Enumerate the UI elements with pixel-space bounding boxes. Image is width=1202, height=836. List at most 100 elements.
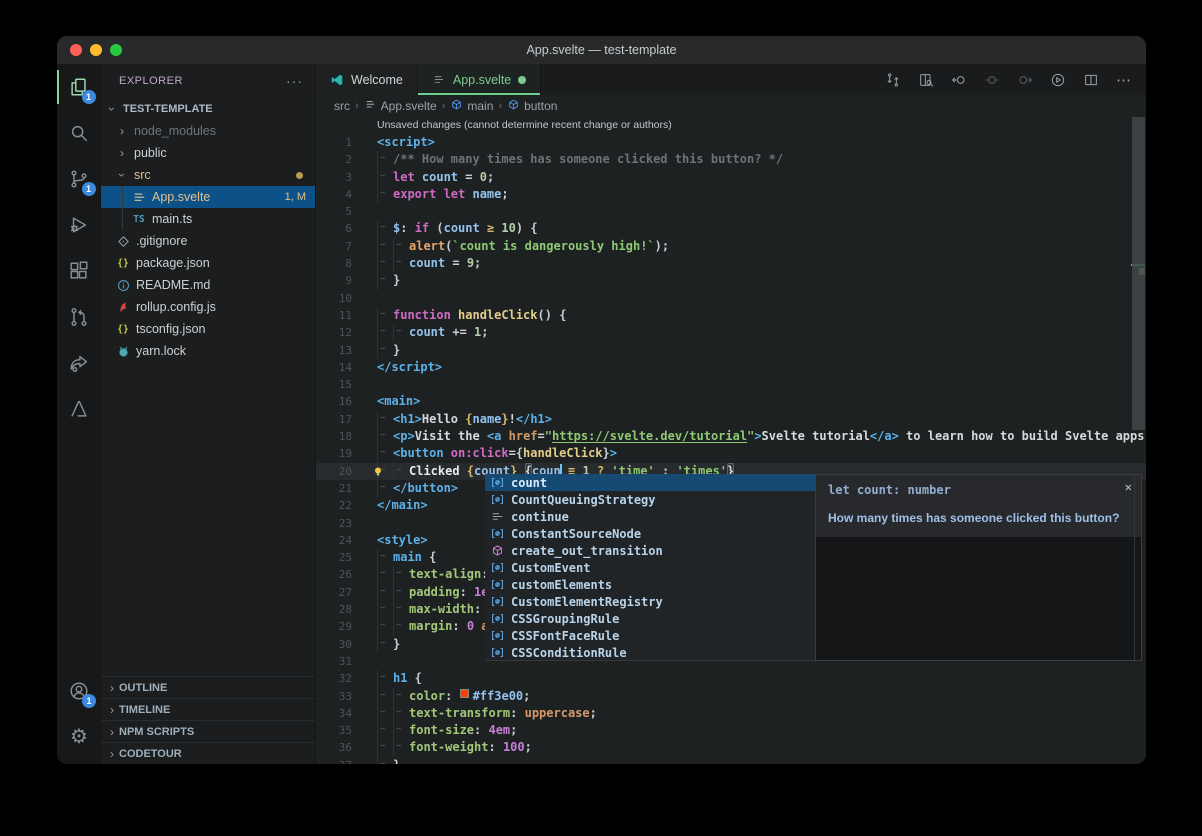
suggest-item-countqueuingstrategy[interactable]: CountQueuingStrategy xyxy=(485,491,815,508)
editor-scrollbar[interactable] xyxy=(1132,117,1145,430)
azure-icon[interactable] xyxy=(57,386,101,432)
suggest-item-cssconditionrule[interactable]: CSSConditionRule xyxy=(485,644,815,661)
next-change-icon[interactable] xyxy=(1013,68,1037,92)
suggest-item-count[interactable]: count xyxy=(485,474,815,491)
suggest-item-cssgroupingrule[interactable]: CSSGroupingRule xyxy=(485,610,815,627)
more-actions-icon[interactable]: ⋯ xyxy=(1112,68,1136,92)
extensions-icon[interactable] xyxy=(57,248,101,294)
code-line-35[interactable]: 35font-size: 4em; xyxy=(316,722,1146,739)
lightbulb-icon[interactable] xyxy=(372,466,384,478)
suggest-item-create_out_transition[interactable]: create_out_transition xyxy=(485,542,815,559)
github-pull-requests-icon[interactable] xyxy=(57,294,101,340)
suggest-item-constantsourcenode[interactable]: ConstantSourceNode xyxy=(485,525,815,542)
compare-changes-icon[interactable] xyxy=(881,68,905,92)
code-line-7[interactable]: 7alert(`count is dangerously high!`); xyxy=(316,238,1146,255)
codelens-annotation[interactable]: Unsaved changes (cannot determine recent… xyxy=(377,119,1146,134)
code-line-11[interactable]: 11function handleClick() { xyxy=(316,307,1146,324)
code-line-5[interactable]: 5 xyxy=(316,203,1146,220)
title-bar[interactable]: App.svelte — test-template xyxy=(57,36,1146,64)
code-text: </button> xyxy=(377,480,458,497)
code-line-16[interactable]: 16<main> xyxy=(316,393,1146,410)
run-file-icon[interactable] xyxy=(1046,68,1070,92)
live-share-icon[interactable] xyxy=(57,340,101,386)
file-row-readme-md[interactable]: README.md xyxy=(101,274,315,296)
suggest-item-customelementregistry[interactable]: CustomElementRegistry xyxy=(485,593,815,610)
code-line-18[interactable]: 18<p>Visit the <a href="https://svelte.d… xyxy=(316,428,1146,445)
code-line-8[interactable]: 8count = 9; xyxy=(316,255,1146,272)
yarn-file-icon xyxy=(115,343,131,359)
file-row-rollup-config-js[interactable]: rollup.config.js xyxy=(101,296,315,318)
close-icon[interactable]: ✕ xyxy=(1125,480,1132,494)
close-window-button[interactable] xyxy=(70,44,82,56)
panel-outline[interactable]: ›OUTLINE xyxy=(101,676,315,698)
file-row-yarn-lock[interactable]: yarn.lock xyxy=(101,340,315,362)
code-line-4[interactable]: 4export let name; xyxy=(316,186,1146,203)
line-number: 33 xyxy=(316,688,352,705)
previous-change-icon[interactable] xyxy=(947,68,971,92)
minimize-window-button[interactable] xyxy=(90,44,102,56)
file-row-src[interactable]: ›src xyxy=(101,164,315,186)
code-line-36[interactable]: 36font-weight: 100; xyxy=(316,739,1146,756)
code-line-14[interactable]: 14</script> xyxy=(316,359,1146,376)
explorer-icon[interactable]: 1 xyxy=(57,64,101,110)
code-line-37[interactable]: 37} xyxy=(316,757,1146,764)
panel-label: NPM SCRIPTS xyxy=(119,726,194,738)
file-row-node-modules[interactable]: ›node_modules xyxy=(101,120,315,142)
file-row-app-svelte[interactable]: App.svelte1, M xyxy=(101,186,315,208)
open-preview-icon[interactable] xyxy=(914,68,938,92)
suggest-item-cssfontfacerule[interactable]: CSSFontFaceRule xyxy=(485,627,815,644)
suggest-details-panel: let count: number How many times has som… xyxy=(815,474,1142,661)
code-line-12[interactable]: 12count += 1; xyxy=(316,324,1146,341)
code-line-17[interactable]: 17<h1>Hello {name}!</h1> xyxy=(316,411,1146,428)
breadcrumb-separator: › xyxy=(355,100,359,112)
file-row-package-json[interactable]: {}package.json xyxy=(101,252,315,274)
code-line-13[interactable]: 13} xyxy=(316,342,1146,359)
panel-npm-scripts[interactable]: ›NPM SCRIPTS xyxy=(101,720,315,742)
rollup-file-icon xyxy=(115,299,131,315)
more-actions-icon[interactable]: ··· xyxy=(286,73,303,89)
code-line-6[interactable]: 6$: if (count ≥ 10) { xyxy=(316,220,1146,237)
symbol-variable-icon xyxy=(490,475,505,490)
panel-codetour[interactable]: ›CODETOUR xyxy=(101,742,315,764)
breadcrumb-item-src[interactable]: src xyxy=(334,99,350,113)
account-icon[interactable]: 1 xyxy=(57,668,101,714)
suggest-item-customevent[interactable]: CustomEvent xyxy=(485,559,815,576)
file-row-tsconfig-json[interactable]: {}tsconfig.json xyxy=(101,318,315,340)
code-token: </script> xyxy=(377,359,442,376)
current-change-icon[interactable] xyxy=(980,68,1004,92)
code-line-15[interactable]: 15 xyxy=(316,376,1146,393)
breadcrumb-item-button[interactable]: button xyxy=(507,98,557,114)
breadcrumb-item-app-svelte[interactable]: App.svelte xyxy=(364,98,437,114)
folder-section-header[interactable]: › TEST-TEMPLATE xyxy=(101,98,315,120)
editor-content[interactable]: Unsaved changes (cannot determine recent… xyxy=(316,117,1146,764)
file-row--gitignore[interactable]: .gitignore xyxy=(101,230,315,252)
zoom-window-button[interactable] xyxy=(110,44,122,56)
settings-icon[interactable]: ⚙ xyxy=(57,714,101,760)
code-line-9[interactable]: 9} xyxy=(316,272,1146,289)
file-row-public[interactable]: ›public xyxy=(101,142,315,164)
file-row-main-ts[interactable]: TSmain.ts xyxy=(101,208,315,230)
suggest-widget: countCountQueuingStrategycontinueConstan… xyxy=(485,474,815,661)
panel-timeline[interactable]: ›TIMELINE xyxy=(101,698,315,720)
code-line-19[interactable]: 19<button on:click={handleClick}> xyxy=(316,445,1146,462)
code-line-32[interactable]: 32h1 { xyxy=(316,670,1146,687)
run-debug-icon[interactable] xyxy=(57,202,101,248)
suggest-item-continue[interactable]: continue xyxy=(485,508,815,525)
code-line-10[interactable]: 10 xyxy=(316,290,1146,307)
code-line-1[interactable]: 1<script> xyxy=(316,134,1146,151)
code-line-33[interactable]: 33color: #ff3e00; xyxy=(316,688,1146,705)
details-scrollbar[interactable] xyxy=(1134,475,1135,660)
code-line-3[interactable]: 3let count = 0; xyxy=(316,169,1146,186)
code-token: = xyxy=(445,255,467,272)
search-icon[interactable] xyxy=(57,110,101,156)
tab-app-svelte[interactable]: App.svelte xyxy=(418,64,541,95)
breadcrumb-item-main[interactable]: main xyxy=(450,98,493,114)
line-number: 26 xyxy=(316,566,352,583)
code-line-34[interactable]: 34text-transform: uppercase; xyxy=(316,705,1146,722)
source-control-icon[interactable]: 1 xyxy=(57,156,101,202)
code-line-2[interactable]: 2/** How many times has someone clicked … xyxy=(316,151,1146,168)
suggest-item-customelements[interactable]: customElements xyxy=(485,576,815,593)
code-token: ; xyxy=(525,739,532,756)
split-editor-icon[interactable] xyxy=(1079,68,1103,92)
tab-welcome[interactable]: Welcome xyxy=(316,64,418,95)
